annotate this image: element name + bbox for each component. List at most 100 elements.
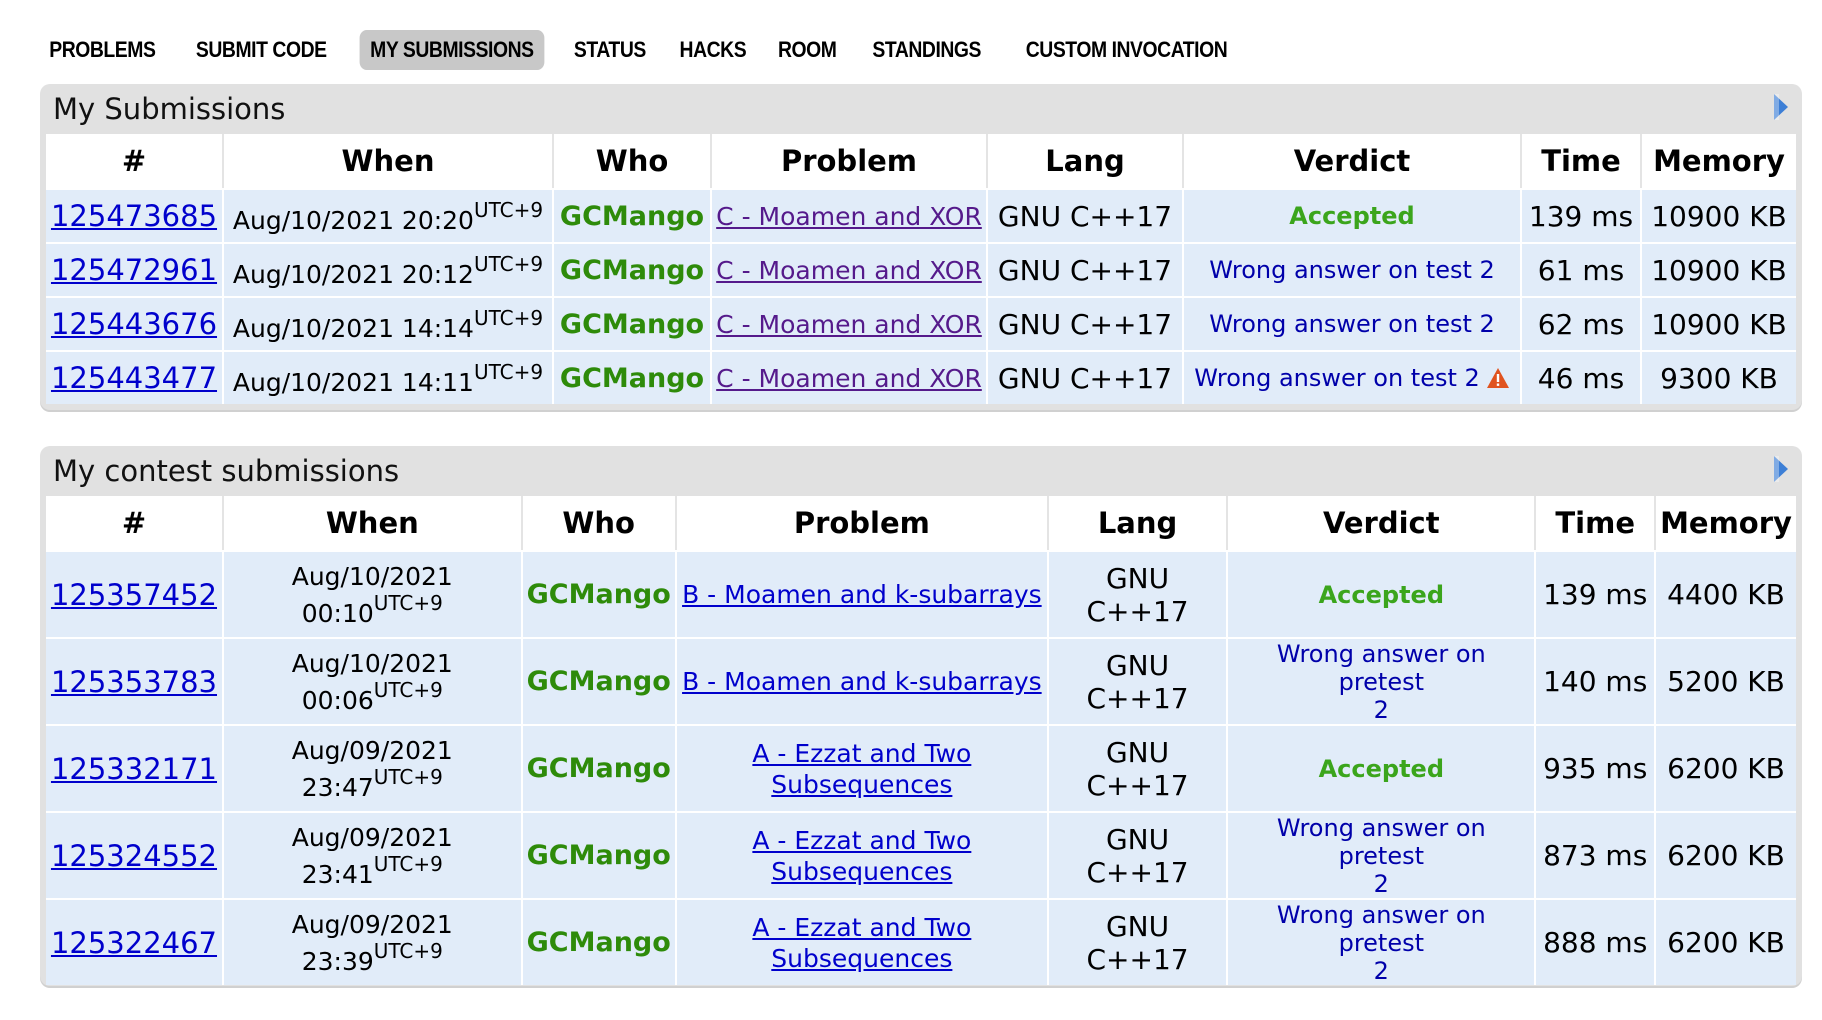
submission-lang: GNU C++17: [988, 296, 1184, 350]
submission-author[interactable]: GCMango: [554, 188, 712, 242]
warning-icon[interactable]: [1486, 367, 1510, 389]
col-when-header: When: [223, 496, 523, 550]
submission-memory: 6200 KB: [1656, 724, 1796, 811]
submission-id-link[interactable]: 125473685: [51, 199, 217, 233]
submission-time: 139 ms: [1536, 550, 1656, 637]
col-id-header: #: [46, 134, 224, 188]
submission-when: Aug/10/2021 00:06UTC+9: [223, 637, 523, 724]
nav-my-submissions[interactable]: MY SUBMISSIONS: [359, 30, 545, 70]
submission-lang: GNU C++17: [988, 188, 1184, 242]
submission-when: Aug/10/2021 20:20UTC+9: [224, 188, 554, 242]
submission-when: Aug/10/2021 00:10UTC+9: [223, 550, 523, 637]
submission-lang: GNU C++17: [1048, 811, 1229, 898]
submission-author[interactable]: GCMango: [522, 811, 677, 898]
submission-time: 873 ms: [1536, 811, 1656, 898]
submission-author[interactable]: GCMango: [522, 550, 677, 637]
col-memory-header: Memory: [1642, 134, 1796, 188]
submission-verdict: Wrong answer on pretest 2: [1228, 637, 1537, 724]
contest-submissions-panel: My contest submissions # When Who Proble…: [40, 446, 1802, 986]
submission-verdict: Wrong answer on pretest 2: [1228, 898, 1537, 985]
col-problem-header: Problem: [676, 496, 1049, 550]
col-who-header: Who: [522, 496, 677, 550]
submission-time: 140 ms: [1536, 637, 1656, 724]
submission-author[interactable]: GCMango: [522, 724, 677, 811]
problem-link[interactable]: C - Moamen and XOR: [716, 364, 982, 393]
contest-submissions-table: # When Who Problem Lang Verdict Time Mem…: [46, 496, 1796, 985]
submission-verdict: Wrong answer on pretest 2: [1228, 811, 1537, 898]
problem-link[interactable]: C - Moamen and XOR: [716, 310, 982, 339]
table-row: 125353783 Aug/10/2021 00:06UTC+9 GCMango …: [46, 637, 1796, 724]
table-row: 125357452 Aug/10/2021 00:10UTC+9 GCMango …: [46, 550, 1796, 637]
panel-title: My Submissions: [53, 92, 286, 126]
submission-lang: GNU C++17: [1048, 724, 1229, 811]
col-who-header: Who: [554, 134, 712, 188]
submission-lang: GNU C++17: [988, 350, 1184, 404]
submission-lang: GNU C++17: [988, 242, 1184, 296]
submission-verdict: Wrong answer on test 2: [1184, 350, 1522, 404]
submission-id-link[interactable]: 125324552: [51, 839, 217, 873]
submission-author[interactable]: GCMango: [554, 296, 712, 350]
submission-memory: 10900 KB: [1642, 296, 1796, 350]
submission-when: Aug/10/2021 14:14UTC+9: [224, 296, 554, 350]
submission-memory: 5200 KB: [1656, 637, 1796, 724]
nav-room[interactable]: ROOM: [768, 30, 848, 70]
submission-time: 46 ms: [1522, 350, 1642, 404]
expand-arrow-icon[interactable]: [1774, 456, 1788, 482]
nav-custom-invocation[interactable]: CUSTOM INVOCATION: [1015, 30, 1238, 70]
submission-lang: GNU C++17: [1048, 898, 1229, 985]
submission-id-link[interactable]: 125443477: [51, 361, 217, 395]
submission-id-link[interactable]: 125332171: [51, 752, 217, 786]
table-row: 125443676 Aug/10/2021 14:14UTC+9 GCMango…: [46, 296, 1796, 350]
nav-submit-code[interactable]: SUBMIT CODE: [185, 30, 337, 70]
submission-memory: 6200 KB: [1656, 811, 1796, 898]
submission-author[interactable]: GCMango: [522, 637, 677, 724]
problem-link[interactable]: C - Moamen and XOR: [716, 202, 982, 231]
submission-author[interactable]: GCMango: [554, 242, 712, 296]
submission-time: 139 ms: [1522, 188, 1642, 242]
col-time-header: Time: [1536, 496, 1656, 550]
submission-verdict: Accepted: [1184, 188, 1522, 242]
submission-author[interactable]: GCMango: [554, 350, 712, 404]
nav-hacks[interactable]: HACKS: [669, 30, 757, 70]
submission-id-link[interactable]: 125322467: [51, 926, 217, 960]
col-verdict-header: Verdict: [1228, 496, 1537, 550]
table-row: 125332171 Aug/09/2021 23:47UTC+9 GCMango …: [46, 724, 1796, 811]
nav-problems[interactable]: PROBLEMS: [39, 30, 166, 70]
problem-link[interactable]: B - Moamen and k-subarrays: [682, 580, 1042, 609]
submission-memory: 9300 KB: [1642, 350, 1796, 404]
submission-time: 62 ms: [1522, 296, 1642, 350]
panel-title: My contest submissions: [53, 454, 400, 488]
col-memory-header: Memory: [1656, 496, 1796, 550]
col-verdict-header: Verdict: [1184, 134, 1522, 188]
problem-link[interactable]: B - Moamen and k-subarrays: [682, 667, 1042, 696]
table-header-row: # When Who Problem Lang Verdict Time Mem…: [46, 134, 1796, 188]
submission-time: 935 ms: [1536, 724, 1656, 811]
my-submissions-panel: My Submissions # When Who Problem Lang V…: [40, 84, 1802, 410]
table-header-row: # When Who Problem Lang Verdict Time Mem…: [46, 496, 1796, 550]
submission-id-link[interactable]: 125472961: [51, 253, 217, 287]
nav-standings[interactable]: STANDINGS: [862, 30, 992, 70]
submission-verdict: Wrong answer on test 2: [1184, 296, 1522, 350]
submission-verdict: Accepted: [1228, 724, 1537, 811]
nav-status[interactable]: STATUS: [563, 30, 656, 70]
submission-when: Aug/10/2021 20:12UTC+9: [224, 242, 554, 296]
col-problem-header: Problem: [712, 134, 988, 188]
submission-author[interactable]: GCMango: [522, 898, 677, 985]
submission-id-link[interactable]: 125353783: [51, 665, 217, 699]
submission-memory: 6200 KB: [1656, 898, 1796, 985]
submission-memory: 10900 KB: [1642, 242, 1796, 296]
submission-when: Aug/09/2021 23:39UTC+9: [223, 898, 523, 985]
expand-arrow-icon[interactable]: [1774, 94, 1788, 120]
problem-link[interactable]: A - Ezzat and Two Subsequences: [752, 739, 971, 799]
submission-id-link[interactable]: 125357452: [51, 578, 217, 612]
my-submissions-table: # When Who Problem Lang Verdict Time Mem…: [46, 134, 1796, 404]
problem-link[interactable]: C - Moamen and XOR: [716, 256, 982, 285]
col-time-header: Time: [1522, 134, 1642, 188]
problem-link[interactable]: A - Ezzat and Two Subsequences: [752, 913, 971, 973]
submission-memory: 4400 KB: [1656, 550, 1796, 637]
submission-id-link[interactable]: 125443676: [51, 307, 217, 341]
submission-when: Aug/09/2021 23:47UTC+9: [223, 724, 523, 811]
table-row: 125322467 Aug/09/2021 23:39UTC+9 GCMango …: [46, 898, 1796, 985]
problem-link[interactable]: A - Ezzat and Two Subsequences: [752, 826, 971, 886]
submission-lang: GNU C++17: [1048, 550, 1229, 637]
